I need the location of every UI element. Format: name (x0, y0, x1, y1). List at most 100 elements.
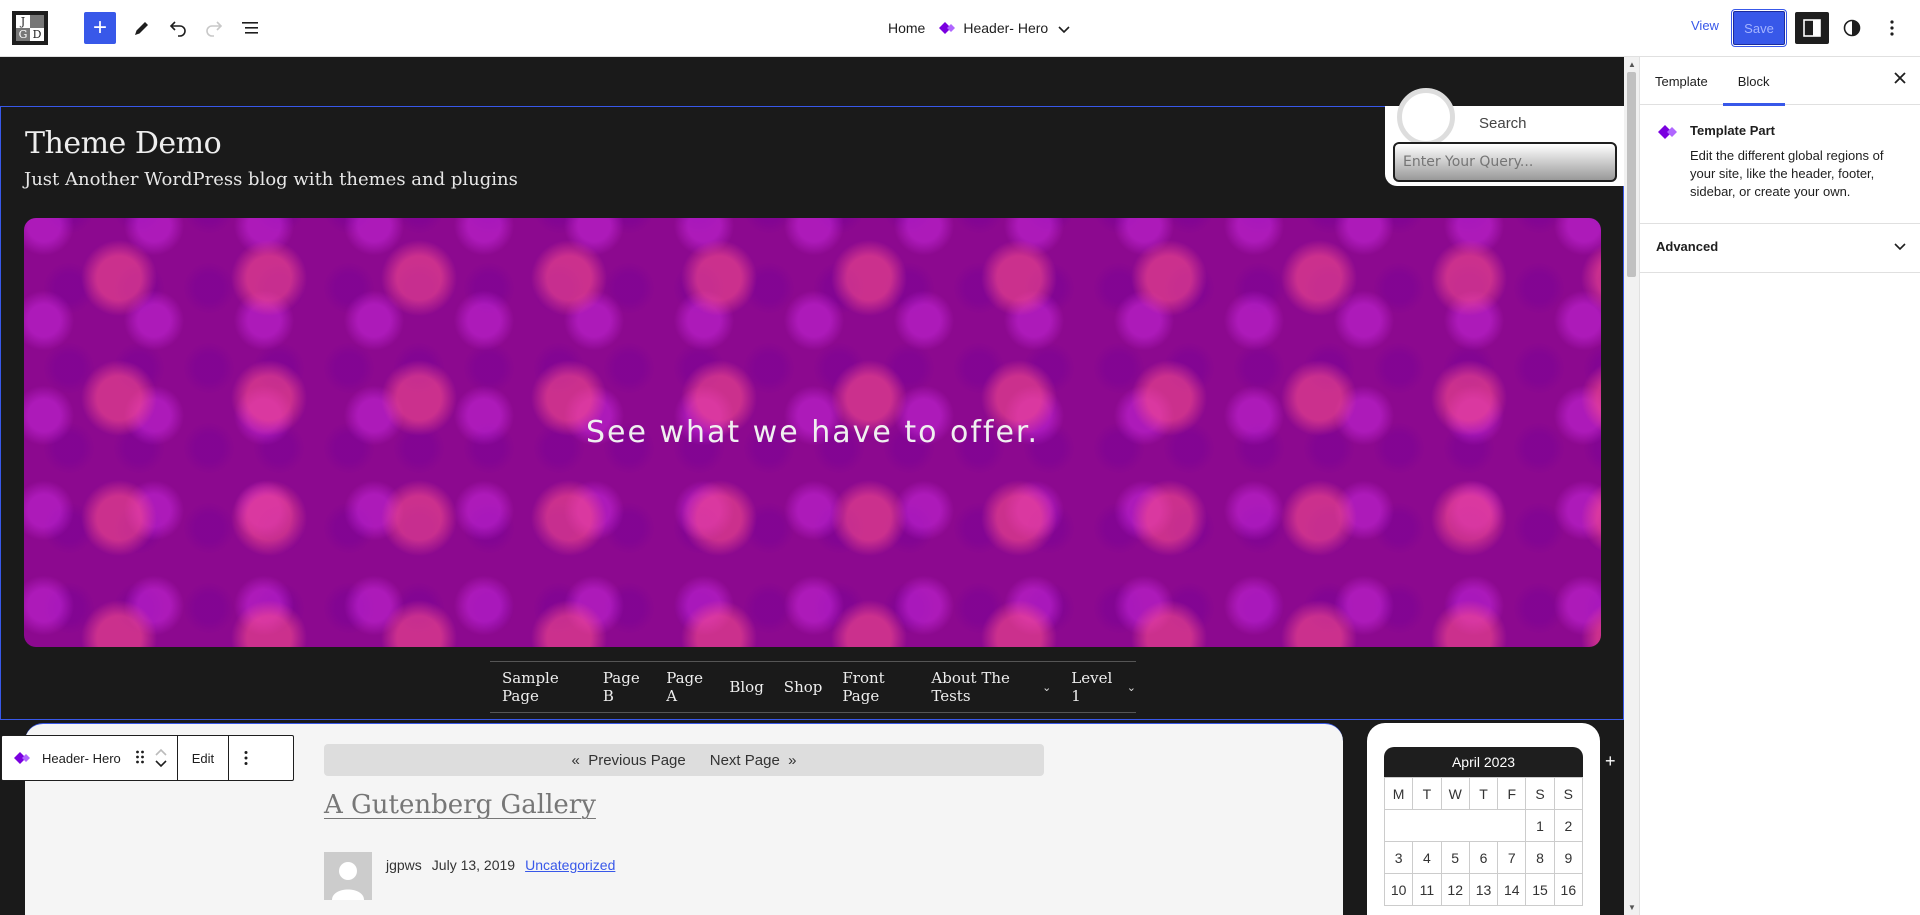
post-author[interactable]: jgpws (386, 857, 422, 873)
search-input[interactable] (1393, 142, 1617, 182)
more-vertical-icon (1890, 20, 1894, 36)
template-part-icon (1658, 125, 1677, 139)
breadcrumb-current[interactable]: Header- Hero (937, 20, 1048, 36)
add-block-plus-icon[interactable]: + (1605, 751, 1616, 772)
calendar-day-header: S (1553, 777, 1584, 810)
post-category-link[interactable]: Uncategorized (525, 857, 615, 873)
calendar-day: 5 (1440, 841, 1470, 874)
header-template-part[interactable]: Theme Demo Just Another WordPress blog w… (0, 88, 1624, 771)
navigation-menu: Sample Page Page B Page A Blog Shop Fron… (490, 661, 1136, 713)
calendar-day: 1 (1525, 809, 1555, 842)
plus-icon: + (92, 14, 107, 41)
scroll-down-icon[interactable]: ▼ (1628, 903, 1636, 912)
post-title[interactable]: A Gutenberg Gallery (324, 790, 596, 820)
block-mover (149, 736, 178, 780)
hero-cover-block[interactable]: See what we have to offer. (24, 218, 1601, 647)
undo-button[interactable] (162, 12, 194, 44)
calendar-day-header: W (1440, 777, 1470, 810)
redo-button[interactable] (198, 12, 230, 44)
next-page-link[interactable]: Next Page » (710, 752, 797, 769)
calendar-day: 4 (1412, 841, 1442, 874)
sidebar-tabs: Template Block (1640, 57, 1920, 106)
styles-button[interactable] (1836, 12, 1868, 44)
calendar-day: 14 (1497, 873, 1527, 906)
settings-toggle-button[interactable] (1795, 12, 1829, 44)
block-parent-selector[interactable]: Header- Hero (2, 736, 131, 780)
redo-icon (206, 21, 223, 37)
chevron-down-icon[interactable] (1058, 21, 1070, 37)
chevron-down-icon (1894, 242, 1906, 250)
document-overview-button[interactable] (234, 12, 266, 44)
query-pagination: « Previous Page Next Page » (324, 744, 1044, 776)
nav-item-level-1[interactable]: Level 1 (1071, 669, 1117, 705)
save-button[interactable]: Save (1731, 9, 1787, 47)
nav-item-sample-page[interactable]: Sample Page (502, 669, 583, 705)
search-block[interactable]: Search (1385, 88, 1624, 186)
advanced-panel-label: Advanced (1656, 239, 1719, 254)
tab-block[interactable]: Block (1722, 57, 1785, 106)
advanced-panel-toggle[interactable]: Advanced (1656, 239, 1906, 254)
site-tagline[interactable]: Just Another WordPress blog with themes … (24, 169, 518, 190)
calendar-day-header: T (1412, 777, 1442, 810)
hero-heading[interactable]: See what we have to offer. (24, 218, 1601, 647)
site-title[interactable]: Theme Demo (25, 126, 222, 161)
site-logo-button[interactable]: J G D (12, 11, 48, 45)
undo-icon (169, 21, 186, 37)
calendar-day: 6 (1468, 841, 1499, 874)
calendar-day: 2 (1553, 809, 1584, 842)
block-inserter-button[interactable]: + (84, 12, 116, 44)
calendar-caption: April 2023 (1384, 747, 1583, 777)
calendar-day: 9 (1553, 841, 1584, 874)
pencil-icon (135, 22, 148, 35)
breadcrumb-home[interactable]: Home (888, 20, 925, 36)
drag-handle-icon[interactable] (131, 749, 149, 768)
post-meta: jgpws July 13, 2019 Uncategorized (386, 857, 615, 873)
block-toolbar-label: Header- Hero (42, 750, 121, 766)
logo-letter (30, 15, 44, 28)
close-icon[interactable] (1894, 71, 1906, 89)
nav-item-blog[interactable]: Blog (729, 678, 763, 696)
more-vertical-icon (244, 751, 248, 765)
tab-template[interactable]: Template (1640, 57, 1723, 105)
view-button[interactable]: View (1691, 18, 1719, 33)
calendar-day-header: T (1468, 777, 1499, 810)
nav-item-front-page[interactable]: Front Page (842, 669, 911, 705)
list-view-icon (242, 22, 258, 34)
block-options-button[interactable] (229, 736, 263, 780)
breadcrumb: Home Header- Hero (888, 16, 1070, 40)
nav-item-shop[interactable]: Shop (784, 678, 823, 696)
contrast-icon (1843, 19, 1861, 37)
tools-button[interactable] (126, 12, 158, 44)
scroll-up-icon[interactable]: ▲ (1628, 60, 1636, 69)
editor-top-bar: J G D + Home Header- Hero View Save (0, 0, 1920, 57)
canvas-scrollbar[interactable]: ▲ ▼ (1624, 57, 1639, 915)
logo-letter: J (16, 15, 30, 28)
chevron-up-icon[interactable] (155, 748, 167, 758)
avatar (324, 852, 372, 900)
editor-canvas[interactable]: Theme Demo Just Another WordPress blog w… (0, 57, 1624, 915)
nav-item-about-the-tests[interactable]: About The Tests (931, 669, 1032, 705)
template-part-icon (939, 22, 956, 34)
chevron-down-icon[interactable]: ⌄ (1042, 681, 1051, 694)
template-part-icon (14, 752, 30, 764)
previous-page-label: Previous Page (588, 751, 686, 769)
block-toolbar: Header- Hero Edit (1, 735, 294, 781)
options-button[interactable] (1876, 12, 1908, 44)
nav-item-page-b[interactable]: Page B (603, 669, 646, 705)
calendar-day: 12 (1440, 873, 1470, 906)
nav-item-page-a[interactable]: Page A (666, 669, 709, 705)
scrollbar-thumb[interactable] (1627, 72, 1636, 277)
sidebar-icon (1803, 19, 1821, 37)
block-card-title: Template Part (1690, 123, 1776, 138)
search-label: Search (1479, 115, 1527, 132)
chevron-down-icon[interactable] (155, 758, 167, 768)
chevron-down-icon[interactable]: ⌄ (1127, 681, 1136, 694)
calendar-day: 3 (1383, 841, 1414, 874)
calendar-day-header: S (1525, 777, 1555, 810)
previous-page-link[interactable]: « Previous Page (572, 752, 686, 769)
edit-button[interactable]: Edit (178, 736, 230, 780)
logo-letter: G (16, 28, 30, 41)
calendar-day: 11 (1412, 873, 1442, 906)
settings-sidebar: Template Block Template Part Edit the di… (1639, 57, 1920, 915)
divider (1640, 223, 1920, 224)
